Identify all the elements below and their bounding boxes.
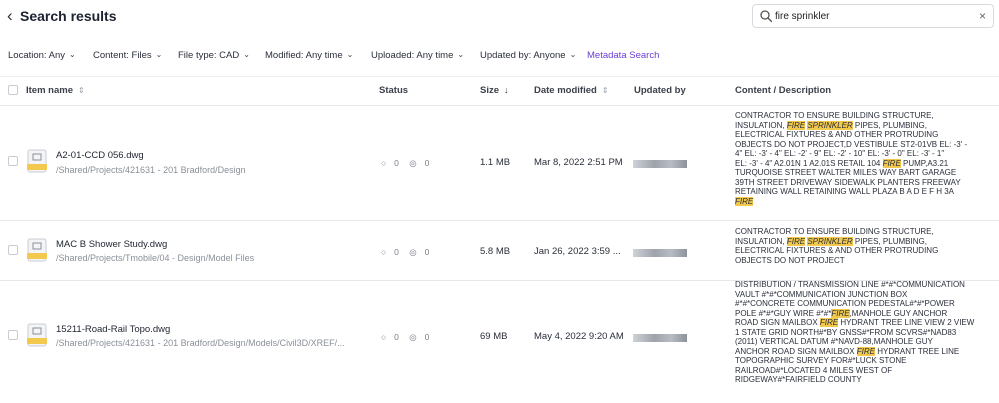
column-date-modified[interactable]: Date modified ⇕ [534,85,609,96]
status-counts: ○ 0 ◎ 0 [381,158,430,168]
top-bar: ‹ Search results × [0,0,999,34]
search-icon [760,10,773,23]
content-description: DISTRIBUTION / TRANSMISSION LINE #*#*COM… [735,280,975,384]
search-highlight: FIRE [786,236,806,246]
dwg-file-icon [27,149,47,173]
updated-by-avatar [633,160,687,168]
filter-location[interactable]: Location: Any ⌄ [8,50,76,61]
filter-updated-by[interactable]: Updated by: Anyone ⌄ [480,50,576,61]
search-highlight: SPRINKLER [807,120,853,130]
dwg-file-icon [27,323,47,347]
chevron-down-icon: ⌄ [569,50,577,59]
back-arrow-icon[interactable]: ‹ [7,6,13,26]
search-highlight: FIRE [856,346,876,356]
search-highlight: FIRE [786,120,806,130]
filter-uploaded[interactable]: Uploaded: Any time ⌄ [371,50,464,61]
sort-descending-icon: ↓ [504,85,509,95]
sort-icon: ⇕ [601,86,609,95]
dwg-file-icon [27,238,47,262]
file-size: 5.8 MB [480,246,511,257]
search-highlight: FIRE [735,196,754,206]
row-checkbox[interactable] [8,330,18,340]
updated-by-avatar [633,249,687,257]
file-path: /Shared/Projects/421631 - 201 Bradford/D… [56,165,246,175]
content-description: CONTRACTOR TO ENSURE BUILDING STRUCTURE,… [735,227,939,265]
updated-by-avatar [633,334,687,342]
file-name[interactable]: 15211-Road-Rail Topo.dwg [56,324,170,335]
search-highlight: SPRINKLER [807,236,853,246]
date-modified: May 4, 2022 9:20 AM [534,331,624,342]
table-row[interactable]: 15211-Road-Rail Topo.dwg /Shared/Project… [0,280,999,402]
column-updated-by[interactable]: Updated by [634,85,686,96]
clear-search-icon[interactable]: × [979,8,986,24]
sort-icon: ⇕ [78,86,85,95]
row-checkbox[interactable] [8,156,18,166]
chevron-down-icon: ⌄ [69,50,76,59]
file-size: 69 MB [480,331,508,342]
column-status[interactable]: Status [379,85,408,96]
status-counts: ○ 0 ◎ 0 [381,247,430,257]
column-item-name[interactable]: Item name ⇕ [26,85,85,96]
date-modified: Mar 8, 2022 2:51 PM [534,157,623,168]
table-row[interactable]: MAC B Shower Study.dwg /Shared/Projects/… [0,220,999,281]
comment-icon: ○ [381,332,387,342]
file-name[interactable]: MAC B Shower Study.dwg [56,239,167,250]
row-checkbox[interactable] [8,245,18,255]
table-row[interactable]: A2-01-CCD 056.dwg /Shared/Projects/42163… [0,104,999,221]
metadata-search-link[interactable]: Metadata Search [587,50,659,61]
filter-file-type[interactable]: File type: CAD ⌄ [178,50,250,61]
select-all-checkbox[interactable] [8,85,18,95]
filter-content[interactable]: Content: Files ⌄ [93,50,162,61]
date-modified: Jan 26, 2022 3:59 ... [534,246,621,257]
view-icon: ◎ [409,158,417,168]
column-content-description[interactable]: Content / Description [735,85,831,96]
file-path: /Shared/Projects/421631 - 201 Bradford/D… [56,338,345,348]
file-path: /Shared/Projects/Tmobile/04 - Design/Mod… [56,253,255,263]
status-counts: ○ 0 ◎ 0 [381,332,430,342]
search-input[interactable] [775,7,965,25]
chevron-down-icon: ⌄ [243,50,250,59]
chevron-down-icon: ⌄ [346,50,354,59]
search-highlight: FIRE [831,308,850,318]
page-title: Search results [20,8,117,24]
filter-modified[interactable]: Modified: Any time ⌄ [265,50,353,61]
comment-icon: ○ [381,247,387,257]
comment-icon: ○ [381,158,387,168]
content-description: CONTRACTOR TO ENSURE BUILDING STRUCTURE,… [735,111,968,206]
search-highlight: FIRE [882,158,901,168]
search-box[interactable]: × [752,4,994,28]
table-header: Item name ⇕ Status Size ↓ Date modified ⇕ U… [0,76,999,106]
chevron-down-icon: ⌄ [155,50,163,59]
search-highlight: FIRE [819,318,839,327]
view-icon: ◎ [409,332,417,342]
column-size[interactable]: Size ↓ [480,85,509,96]
file-size: 1.1 MB [480,157,511,168]
file-name[interactable]: A2-01-CCD 056.dwg [56,150,144,161]
view-icon: ◎ [409,247,417,257]
chevron-down-icon: ⌄ [457,50,465,59]
filter-bar: Location: Any ⌄ Content: Files ⌄ File type… [0,48,999,66]
